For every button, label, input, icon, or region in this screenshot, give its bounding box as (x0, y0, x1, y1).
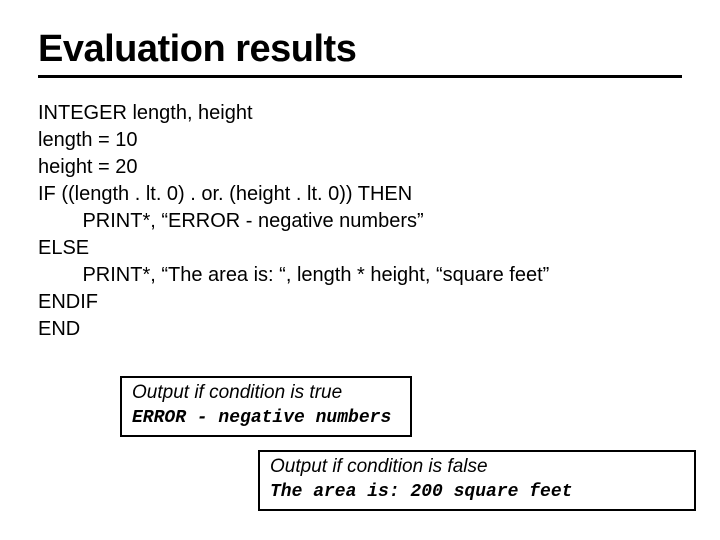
code-block: INTEGER length, height length = 10 heigh… (38, 100, 682, 343)
code-line: INTEGER length, height (38, 102, 253, 124)
box-caption: Output if condition is true (132, 382, 400, 405)
box-output: ERROR - negative numbers (132, 407, 400, 430)
code-line: ELSE (38, 237, 89, 259)
code-line: END (38, 318, 80, 340)
title-divider (38, 75, 682, 78)
code-line: height = 20 (38, 156, 138, 178)
output-box-true: Output if condition is true ERROR - nega… (120, 376, 412, 437)
output-box-false: Output if condition is false The area is… (258, 450, 696, 511)
code-line: PRINT*, “The area is: “, length * height… (38, 264, 549, 286)
code-line: IF ((length . lt. 0) . or. (height . lt.… (38, 183, 412, 205)
code-line: PRINT*, “ERROR - negative numbers” (38, 210, 424, 232)
box-caption: Output if condition is false (270, 456, 684, 479)
code-line: ENDIF (38, 291, 98, 313)
code-line: length = 10 (38, 129, 138, 151)
box-output: The area is: 200 square feet (270, 481, 684, 504)
page-title: Evaluation results (38, 28, 682, 71)
